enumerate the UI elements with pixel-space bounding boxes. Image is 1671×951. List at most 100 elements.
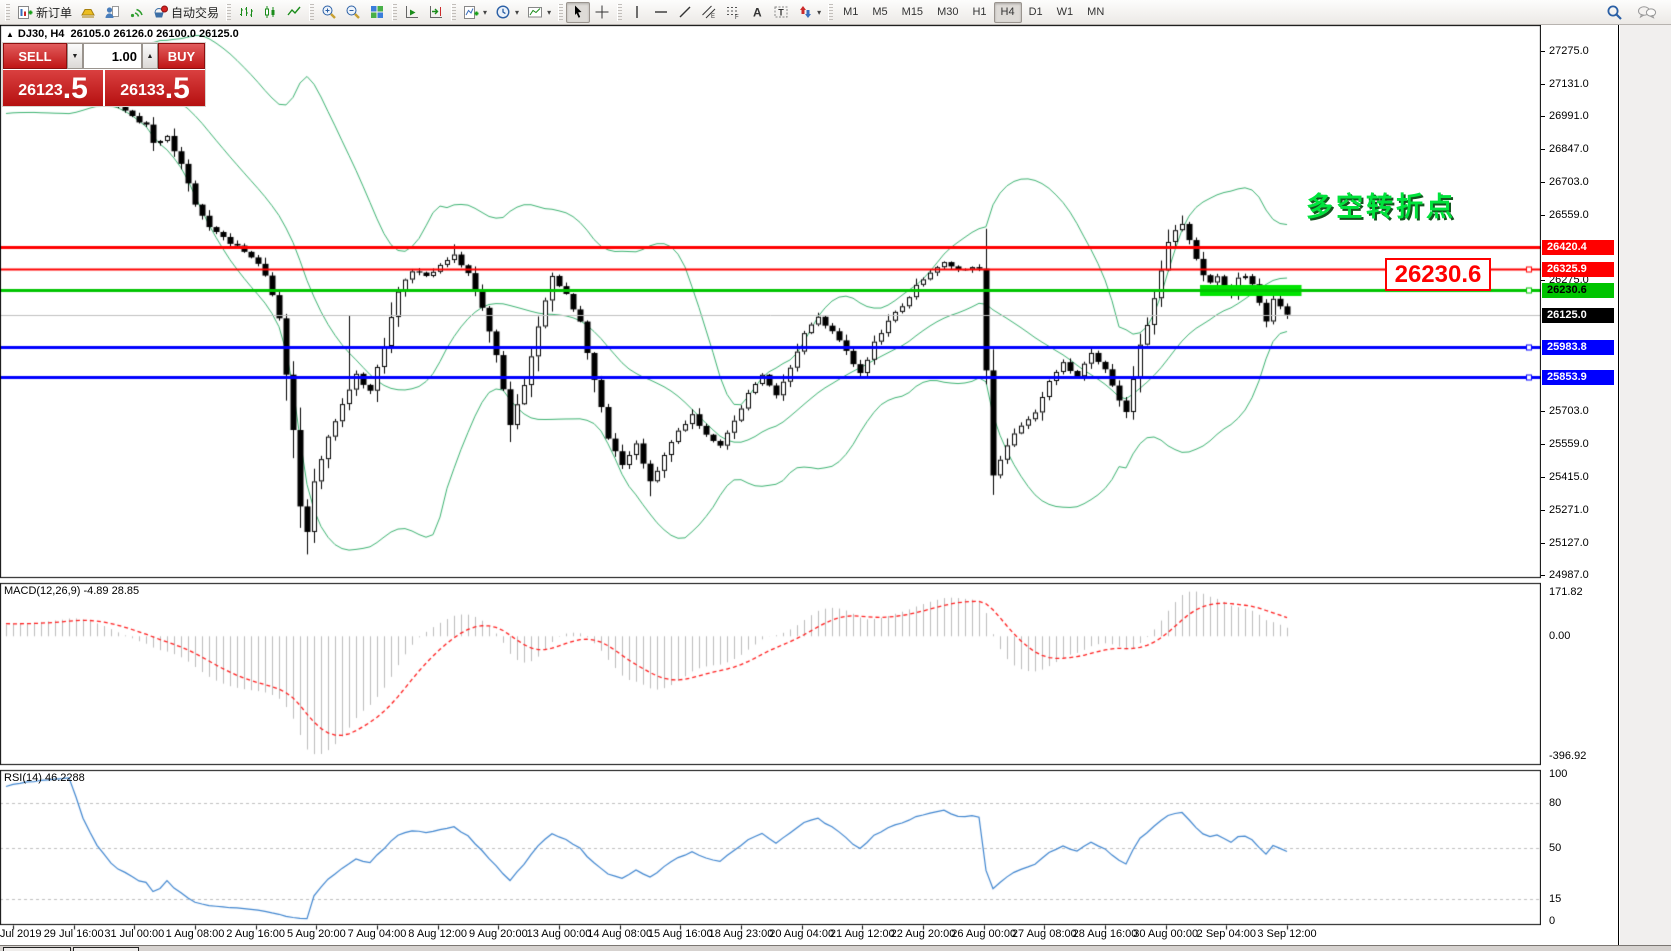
- periods-button[interactable]: ▾: [491, 2, 523, 23]
- new-order-button[interactable]: 新订单: [13, 2, 76, 23]
- price-tag: 26420.4: [1542, 240, 1614, 255]
- indicators-caret-icon: ▾: [483, 8, 487, 17]
- timeframe-h1[interactable]: H1: [965, 2, 993, 23]
- profile-button[interactable]: [100, 2, 124, 23]
- time-axis-label: 1 Aug 08:00: [166, 928, 225, 940]
- text-label-button[interactable]: T: [769, 2, 793, 23]
- new-order-icon: [17, 4, 33, 20]
- toolbar-right-group: [1602, 2, 1667, 23]
- macd-axis-min-label: -396.92: [1549, 750, 1586, 762]
- tile-windows-button[interactable]: [365, 2, 389, 23]
- price-callout-box[interactable]: 26230.6: [1385, 258, 1491, 291]
- ohlc-values: 26105.0 26126.0 26100.0 26125.0: [71, 28, 239, 40]
- time-axis-label: 3 Sep 12:00: [1257, 928, 1316, 940]
- svg-text:F: F: [735, 15, 739, 20]
- time-axis-label: 20 Aug 04:00: [769, 928, 834, 940]
- buy-button[interactable]: BUY: [158, 43, 205, 69]
- chart-plot-area[interactable]: ▲DJ30, H4 26105.0 26126.0 26100.0 26125.…: [0, 25, 1541, 945]
- trendline-icon: [677, 4, 693, 20]
- periods-caret-icon: ▾: [515, 8, 519, 17]
- timeframe-m5[interactable]: M5: [865, 2, 894, 23]
- time-axis-label: 27 Aug 08:00: [1012, 928, 1077, 940]
- volume-increase-button[interactable]: ▲: [142, 43, 158, 69]
- chart-window: ▲DJ30, H4 26105.0 26126.0 26100.0 26125.…: [0, 25, 1671, 945]
- vertical-line-icon: [629, 4, 645, 20]
- buy-price-display[interactable]: 26133 .5: [105, 70, 205, 106]
- timeframe-m1[interactable]: M1: [836, 2, 865, 23]
- price-tick-mark: [1541, 182, 1545, 183]
- price-tick-mark: [1541, 51, 1545, 52]
- toolbar-grip: [828, 4, 833, 21]
- indicators-button[interactable]: ▾: [459, 2, 491, 23]
- equidistant-channel-icon: E: [701, 4, 717, 20]
- volume-input[interactable]: [83, 43, 142, 69]
- price-tick-label: 27131.0: [1549, 78, 1589, 90]
- timeframe-mn[interactable]: MN: [1080, 2, 1111, 23]
- autotrade-label: 自动交易: [171, 4, 219, 21]
- equidistant-channel-button[interactable]: E: [697, 2, 721, 23]
- timeframe-w1[interactable]: W1: [1050, 2, 1081, 23]
- time-axis-label: 28 Aug 16:00: [1073, 928, 1138, 940]
- horizontal-line-icon: [653, 4, 669, 20]
- chart-line-button[interactable]: [282, 2, 306, 23]
- zoom-in-button[interactable]: [317, 2, 341, 23]
- price-tag: 26125.0: [1542, 308, 1614, 323]
- search-button[interactable]: [1602, 2, 1627, 23]
- auto-scroll-button[interactable]: [400, 2, 424, 23]
- templates-caret-icon: ▾: [547, 8, 551, 17]
- sell-button[interactable]: SELL: [3, 43, 67, 69]
- rsi-axis-label: 15: [1549, 893, 1561, 905]
- vertical-line-button[interactable]: [625, 2, 649, 23]
- chart-shift-icon: [428, 4, 444, 20]
- price-axis[interactable]: 27275.027131.026991.026847.026703.026559…: [1541, 25, 1619, 945]
- price-chart-canvas[interactable]: [0, 25, 1541, 945]
- autotrade-icon: [152, 4, 168, 20]
- signals-button[interactable]: [124, 2, 148, 23]
- crosshair-icon: [594, 4, 610, 20]
- zoom-out-button[interactable]: [341, 2, 365, 23]
- crosshair-button[interactable]: [590, 2, 614, 23]
- fibonacci-button[interactable]: F: [721, 2, 745, 23]
- sell-price-main: 26123: [18, 78, 63, 104]
- price-tick-mark: [1541, 411, 1545, 412]
- toolbar-grip: [226, 4, 231, 21]
- timeframe-h4[interactable]: H4: [994, 2, 1022, 23]
- time-axis-label: 15 Aug 16:00: [648, 928, 713, 940]
- timeframe-d1[interactable]: D1: [1022, 2, 1050, 23]
- price-tag: 26325.9: [1542, 262, 1614, 277]
- arrows-button[interactable]: ▾: [793, 2, 825, 23]
- taskbar-tab: [73, 947, 139, 951]
- timeframe-m30[interactable]: M30: [930, 2, 965, 23]
- volume-decrease-button[interactable]: ▼: [67, 43, 83, 69]
- buy-price-main: 26133: [120, 78, 165, 104]
- time-axis-label: 14 Aug 08:00: [587, 928, 652, 940]
- gold-button[interactable]: [76, 2, 100, 23]
- price-tick-mark: [1541, 477, 1545, 478]
- turning-point-annotation[interactable]: 多空转折点: [1306, 185, 1456, 224]
- chart-candles-button[interactable]: [258, 2, 282, 23]
- trendline-button[interactable]: [673, 2, 697, 23]
- time-axis-label: 22 Aug 20:00: [891, 928, 956, 940]
- chart-shift-button[interactable]: [424, 2, 448, 23]
- timeframe-m15[interactable]: M15: [895, 2, 930, 23]
- sell-price-display[interactable]: 26123 .5: [3, 70, 103, 106]
- chart-line-icon: [286, 4, 302, 20]
- price-tag: 25853.9: [1542, 370, 1614, 385]
- price-tick-label: 25415.0: [1549, 471, 1589, 483]
- cursor-button[interactable]: [566, 2, 590, 23]
- chat-button[interactable]: [1633, 2, 1661, 23]
- templates-button[interactable]: ▾: [523, 2, 555, 23]
- autotrade-button[interactable]: 自动交易: [148, 2, 223, 23]
- arrows-caret-icon: ▾: [817, 8, 821, 17]
- time-axis-label: 8 Aug 12:00: [408, 928, 467, 940]
- horizontal-line-button[interactable]: [649, 2, 673, 23]
- one-click-collapse-icon[interactable]: ▲: [6, 30, 14, 39]
- text-button[interactable]: A: [745, 2, 769, 23]
- new-order-label: 新订单: [36, 4, 72, 21]
- macd-indicator-label: MACD(12,26,9) -4.89 28.85: [4, 585, 139, 597]
- indicators-icon: [463, 4, 479, 20]
- price-tick-label: 25703.0: [1549, 405, 1589, 417]
- price-tick-label: 25271.0: [1549, 504, 1589, 516]
- time-axis-label: 7 Aug 04:00: [348, 928, 407, 940]
- chart-bars-button[interactable]: [234, 2, 258, 23]
